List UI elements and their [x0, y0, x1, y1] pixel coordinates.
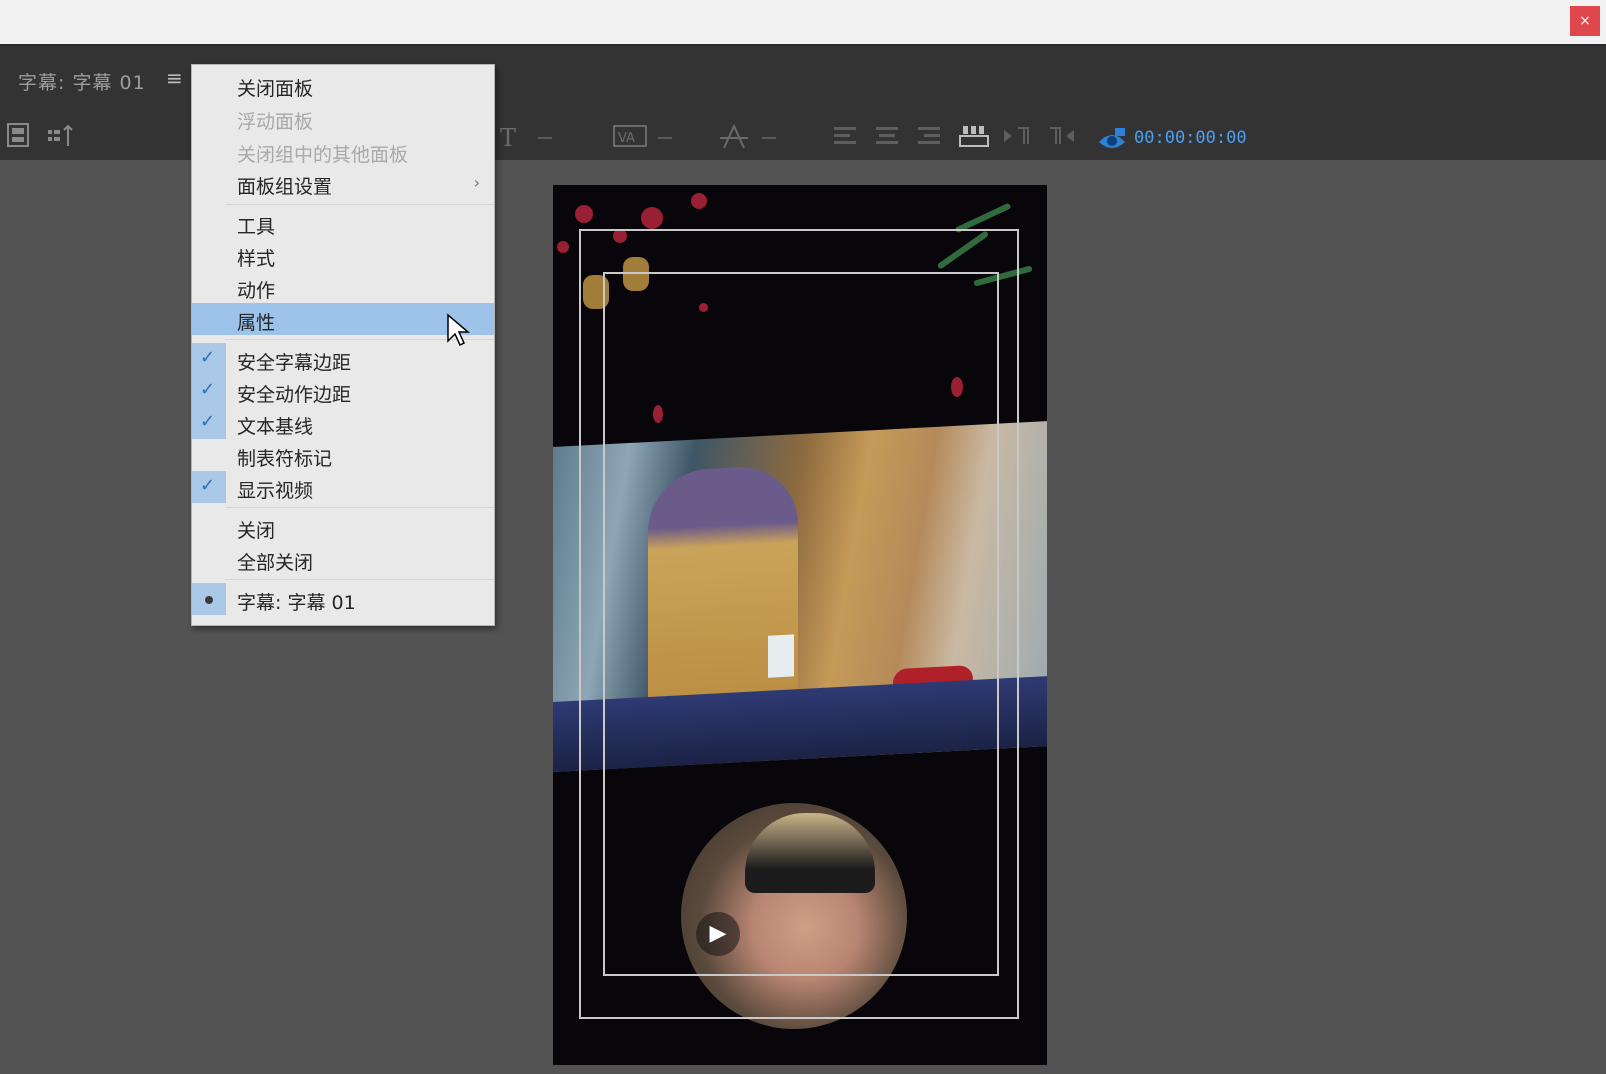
menu-item-label: 工具: [237, 216, 276, 238]
menu-item-tools[interactable]: 工具: [192, 207, 494, 239]
menu-item-label: 关闭面板: [237, 78, 314, 100]
tab-stops-icon[interactable]: [958, 122, 990, 150]
checkmark-icon: ✓: [200, 379, 216, 400]
align-right-icon[interactable]: [916, 124, 944, 150]
leading-icon[interactable]: [720, 122, 780, 152]
panel-tab-title[interactable]: 字幕: 字幕 01: [18, 68, 146, 95]
indent-left-icon[interactable]: [1046, 124, 1078, 150]
blossom-decoration: [575, 205, 593, 223]
menu-separator: [226, 204, 494, 205]
submenu-arrow-icon: ›: [473, 173, 480, 192]
window-close-button[interactable]: ×: [1570, 6, 1600, 36]
menu-item-text-baselines[interactable]: ✓ 文本基线: [192, 407, 494, 439]
menu-separator: [226, 507, 494, 508]
new-title-icon[interactable]: [6, 122, 30, 148]
checkmark-icon: ✓: [200, 475, 216, 496]
menu-check-gutter: ✓: [192, 375, 226, 407]
checkmark-icon: ✓: [200, 347, 216, 368]
menu-item-label: 全部关闭: [237, 552, 314, 574]
menu-item-label: 关闭组中的其他面板: [237, 144, 409, 166]
menu-item-float-panel: 浮动面板: [192, 102, 494, 134]
align-center-icon[interactable]: [874, 124, 902, 150]
menu-item-safe-action-margin[interactable]: ✓ 安全动作边距: [192, 375, 494, 407]
title-canvas-preview[interactable]: ▶: [553, 185, 1047, 1065]
menu-item-label: 安全字幕边距: [237, 352, 352, 374]
menu-item-label: 文本基线: [237, 416, 314, 438]
blossom-decoration: [691, 193, 707, 209]
background-timecode[interactable]: 00:00:00:00: [1134, 128, 1247, 148]
menu-item-label: 动作: [237, 280, 276, 302]
menu-check-gutter: [192, 583, 226, 615]
menu-item-label: 制表符标记: [237, 448, 333, 470]
menu-item-actions[interactable]: 动作: [192, 271, 494, 303]
mouse-pointer-icon: [447, 313, 470, 347]
menu-item-close-other-panels: 关闭组中的其他面板: [192, 135, 494, 167]
menu-item-styles[interactable]: 样式: [192, 239, 494, 271]
blossom-decoration: [557, 241, 569, 253]
menu-item-label: 显示视频: [237, 480, 314, 502]
active-dot-icon: [205, 596, 213, 604]
menu-check-gutter: ✓: [192, 343, 226, 375]
menu-check-gutter: ✓: [192, 407, 226, 439]
menu-item-title-01[interactable]: 字幕: 字幕 01: [192, 583, 494, 615]
menu-item-show-video[interactable]: ✓ 显示视频: [192, 471, 494, 503]
panel-menu-icon[interactable]: ≡: [166, 66, 183, 90]
menu-item-label: 样式: [237, 248, 276, 270]
blossom-decoration: [641, 207, 663, 229]
svg-text:VA: VA: [618, 131, 635, 146]
svg-text:T: T: [500, 124, 516, 150]
menu-item-label: 属性: [237, 312, 276, 334]
align-left-icon[interactable]: [832, 124, 860, 150]
safe-title-margin: [603, 272, 999, 976]
menu-item-close[interactable]: 关闭: [192, 511, 494, 543]
menu-item-close-panel[interactable]: 关闭面板: [192, 69, 494, 101]
menu-item-label: 面板组设置: [237, 176, 333, 198]
menu-item-label: 字幕: 字幕 01: [237, 592, 356, 614]
menu-check-gutter: ✓: [192, 471, 226, 503]
menu-item-tab-markers[interactable]: 制表符标记: [192, 439, 494, 471]
menu-item-panel-group-settings[interactable]: 面板组设置 ›: [192, 167, 494, 199]
menu-item-close-all[interactable]: 全部关闭: [192, 543, 494, 575]
kerning-icon[interactable]: VA: [612, 124, 676, 150]
indent-right-icon[interactable]: [1002, 124, 1034, 150]
menu-item-label: 安全动作边距: [237, 384, 352, 406]
menu-item-label: 关闭: [237, 520, 276, 542]
window-titlebar: ×: [0, 0, 1606, 46]
menu-item-label: 浮动面板: [237, 111, 314, 133]
checkmark-icon: ✓: [200, 411, 216, 432]
menu-separator: [226, 579, 494, 580]
show-background-video-icon[interactable]: [1097, 126, 1127, 150]
font-size-icon[interactable]: T: [500, 124, 554, 150]
roll-crawl-options-icon[interactable]: [46, 124, 76, 148]
